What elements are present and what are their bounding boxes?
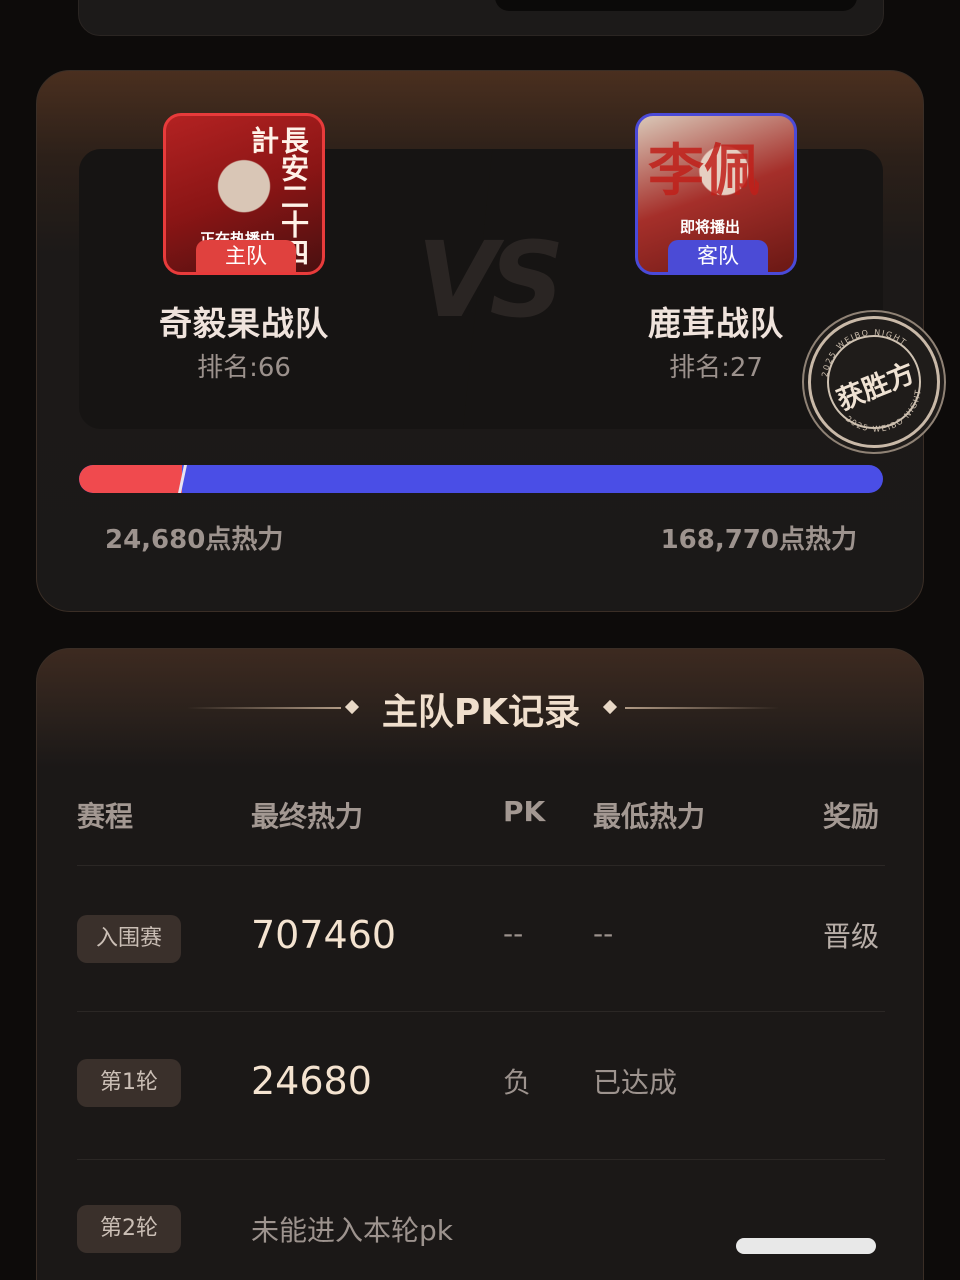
row-divider bbox=[77, 865, 885, 866]
home-team-avatar[interactable]: 長安二十四計 正在热播中 主队 bbox=[163, 113, 325, 275]
away-poster-title: 李佩 bbox=[648, 139, 760, 204]
pk-record-card: 主队PK记录 赛程 最终热力 PK 最低热力 奖励 入围赛 707460 -- … bbox=[36, 648, 924, 1280]
home-team-name: 奇毅果战队 bbox=[159, 304, 329, 343]
row-divider bbox=[77, 1159, 885, 1160]
header-min-heat: 最低热力 bbox=[593, 800, 706, 833]
final-heat-value: 24680 bbox=[251, 1059, 372, 1103]
min-heat-value: -- bbox=[593, 917, 614, 950]
home-team-rank: 排名:66 bbox=[197, 353, 291, 383]
row-divider bbox=[77, 1011, 885, 1012]
final-heat-value: 707460 bbox=[251, 913, 397, 957]
vs-label: VS bbox=[417, 219, 564, 341]
pk-card: VS 長安二十四計 正在热播中 主队 李佩 即将播出 客队 奇毅果战队 鹿茸战队… bbox=[36, 70, 924, 612]
pk-record-title: 主队PK记录 bbox=[381, 692, 581, 733]
row-note: 未能进入本轮pk bbox=[251, 1214, 453, 1247]
header-stage: 赛程 bbox=[77, 800, 134, 833]
away-poster-caption: 即将播出 bbox=[680, 218, 741, 236]
header-final-heat: 最终热力 bbox=[251, 800, 364, 833]
home-heat-fill bbox=[79, 465, 182, 493]
min-heat-value: 已达成 bbox=[593, 1066, 678, 1099]
previous-card bbox=[78, 0, 884, 36]
stage-pill: 入围赛 bbox=[77, 915, 181, 963]
stage-pill: 第2轮 bbox=[77, 1205, 181, 1253]
stage-pill: 第1轮 bbox=[77, 1059, 181, 1107]
header-pk: PK bbox=[503, 795, 546, 828]
home-tag: 主队 bbox=[196, 240, 296, 272]
away-heat-value: 168,770点热力 bbox=[660, 525, 857, 555]
away-team-avatar[interactable]: 李佩 即将播出 客队 bbox=[635, 113, 797, 275]
home-indicator[interactable] bbox=[736, 1238, 876, 1254]
away-tag: 客队 bbox=[668, 240, 768, 272]
previous-card-inner bbox=[495, 0, 857, 11]
home-heat-value: 24,680点热力 bbox=[105, 525, 284, 555]
title-deco-line-right bbox=[625, 707, 779, 709]
header-reward: 奖励 bbox=[823, 800, 880, 833]
pk-result: 负 bbox=[503, 1066, 532, 1099]
reward-value: 晋级 bbox=[823, 920, 880, 953]
pk-result: -- bbox=[503, 917, 524, 950]
heat-progress-bar bbox=[79, 465, 883, 493]
